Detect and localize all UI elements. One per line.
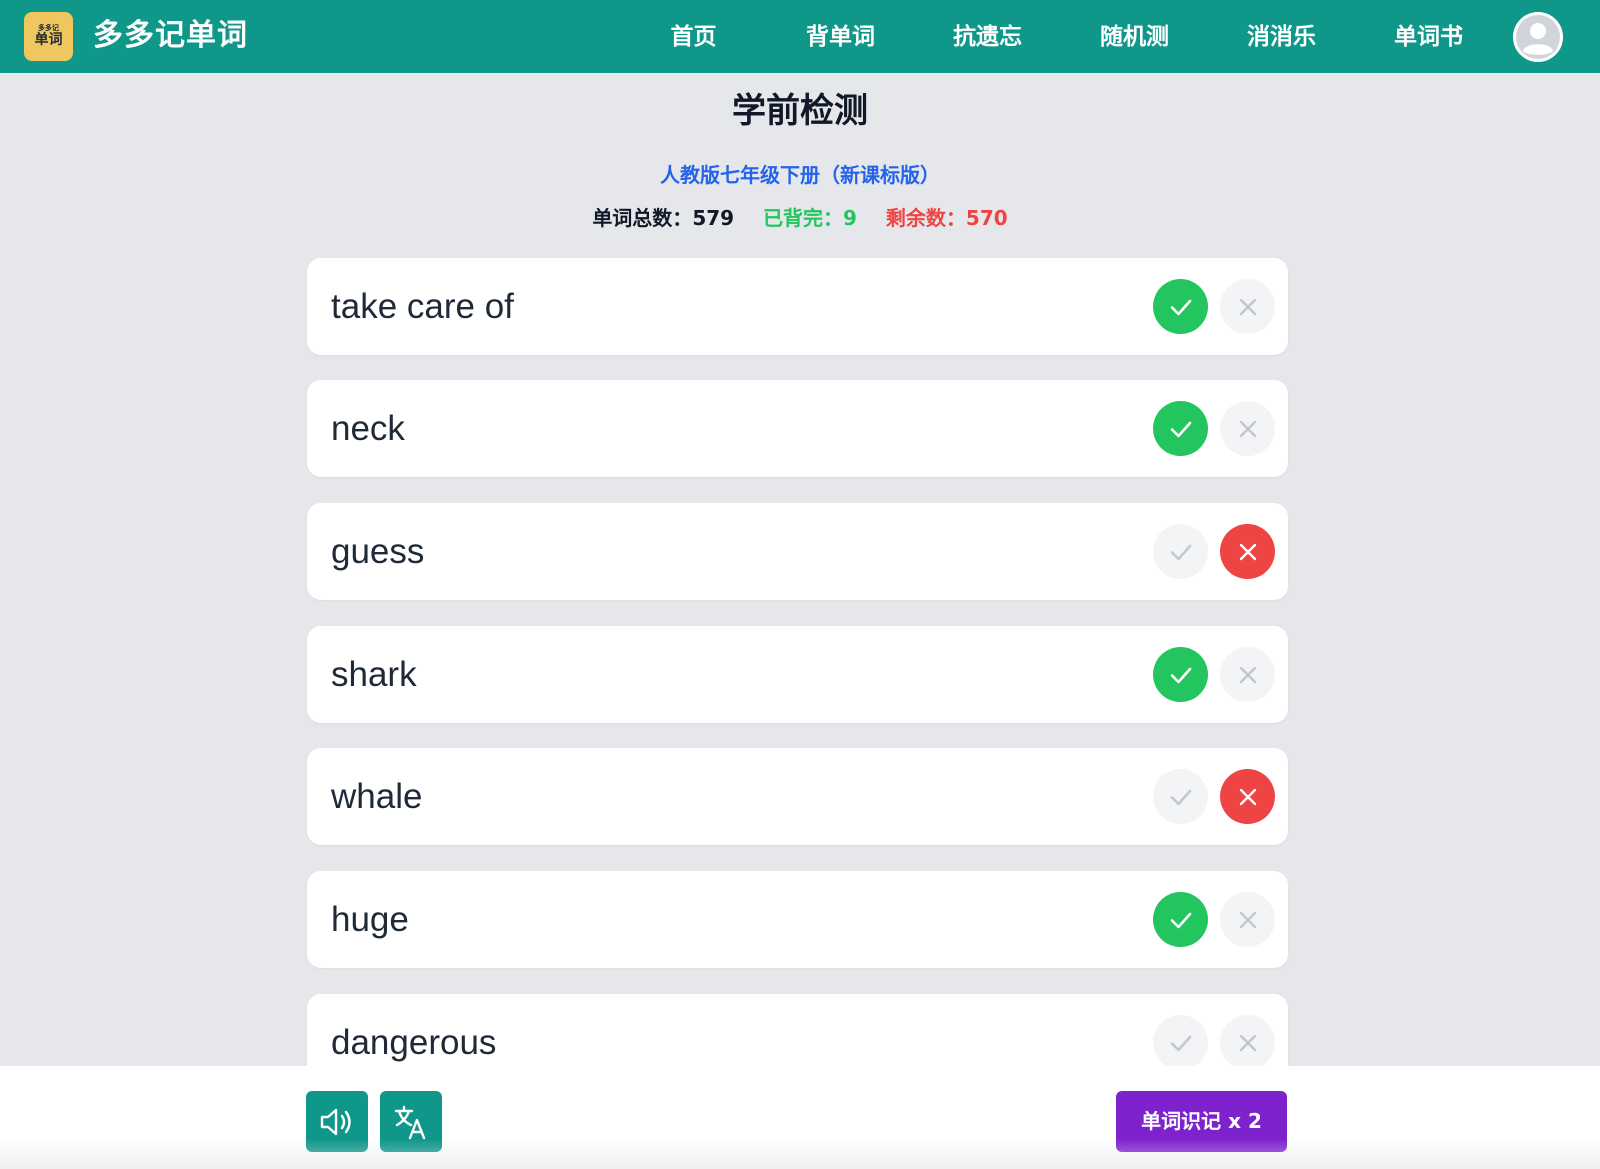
dont-know-button[interactable] bbox=[1220, 524, 1275, 579]
word-text: shark bbox=[331, 655, 417, 694]
dont-know-button[interactable] bbox=[1220, 401, 1275, 456]
close-icon bbox=[1239, 788, 1256, 805]
stat-done: 已背完：9 bbox=[763, 203, 857, 233]
check-icon bbox=[1170, 789, 1191, 805]
word-card: take care of bbox=[307, 258, 1288, 355]
check-icon bbox=[1170, 667, 1191, 683]
word-stats: 单词总数：579 已背完：9 剩余数：570 bbox=[0, 203, 1600, 233]
stat-done-value: 9 bbox=[843, 206, 857, 230]
word-text: whale bbox=[331, 777, 423, 816]
user-avatar-icon bbox=[1513, 12, 1563, 62]
page-title: 学前检测 bbox=[732, 91, 868, 131]
nav-item-match-game[interactable]: 消消乐 bbox=[1208, 18, 1355, 56]
brand-name[interactable]: 多多记单词 bbox=[93, 16, 248, 56]
logo-small-text: 多多记 bbox=[38, 24, 59, 32]
word-text: neck bbox=[331, 409, 405, 448]
know-button[interactable] bbox=[1153, 892, 1208, 947]
know-button[interactable] bbox=[1153, 279, 1208, 334]
word-card: shark bbox=[307, 626, 1288, 723]
word-text: huge bbox=[331, 900, 409, 939]
nav-item-word-books[interactable]: 单词书 bbox=[1355, 18, 1502, 56]
top-nav-bar: 多多记 单词 多多记单词 首页 背单词 抗遗忘 随机测 消消乐 单词书 bbox=[0, 0, 1600, 73]
stat-total-label: 单词总数： bbox=[592, 206, 693, 230]
stat-total: 单词总数：579 bbox=[592, 203, 734, 233]
stat-done-label: 已背完： bbox=[763, 206, 844, 230]
know-button[interactable] bbox=[1153, 769, 1208, 824]
check-icon bbox=[1170, 912, 1191, 928]
stat-left: 剩余数：570 bbox=[886, 203, 1008, 233]
word-card: huge bbox=[307, 871, 1288, 968]
close-icon bbox=[1239, 420, 1256, 437]
nav-item-home[interactable]: 首页 bbox=[620, 18, 767, 56]
check-icon bbox=[1170, 544, 1191, 560]
know-button[interactable] bbox=[1153, 524, 1208, 579]
audio-button[interactable] bbox=[306, 1091, 368, 1152]
word-card: neck bbox=[307, 380, 1288, 477]
main-nav: 首页 背单词 抗遗忘 随机测 消消乐 单词书 bbox=[620, 18, 1502, 56]
close-icon bbox=[1239, 298, 1256, 315]
close-icon bbox=[1239, 543, 1256, 560]
word-card: guess bbox=[307, 503, 1288, 600]
dont-know-button[interactable] bbox=[1220, 892, 1275, 947]
close-icon bbox=[1239, 911, 1256, 928]
word-text: guess bbox=[331, 532, 425, 571]
nav-item-random-test[interactable]: 随机测 bbox=[1061, 18, 1208, 56]
close-icon bbox=[1239, 666, 1256, 683]
dont-know-button[interactable] bbox=[1220, 1015, 1275, 1070]
word-card: whale bbox=[307, 748, 1288, 845]
book-name-link[interactable]: 人教版七年级下册（新课标版） bbox=[0, 160, 1600, 190]
know-button[interactable] bbox=[1153, 1015, 1208, 1070]
speaker-icon bbox=[320, 1108, 351, 1135]
dont-know-button[interactable] bbox=[1220, 769, 1275, 824]
check-icon bbox=[1170, 1035, 1191, 1051]
check-icon bbox=[1170, 421, 1191, 437]
translate-icon bbox=[394, 1105, 426, 1139]
bottom-toolbar: 单词识记 x 2 bbox=[0, 1066, 1600, 1169]
stat-total-value: 579 bbox=[692, 206, 735, 230]
dont-know-button[interactable] bbox=[1220, 279, 1275, 334]
close-icon bbox=[1239, 1034, 1256, 1051]
logo-main-text: 单词 bbox=[34, 32, 63, 48]
stat-left-label: 剩余数： bbox=[885, 206, 966, 230]
word-text: take care of bbox=[331, 287, 514, 326]
app-logo[interactable]: 多多记 单词 bbox=[24, 12, 73, 61]
dont-know-button[interactable] bbox=[1220, 647, 1275, 702]
user-avatar[interactable] bbox=[1513, 12, 1563, 62]
memorize-button[interactable]: 单词识记 x 2 bbox=[1116, 1091, 1287, 1152]
check-icon bbox=[1170, 299, 1191, 315]
know-button[interactable] bbox=[1153, 401, 1208, 456]
translate-button[interactable] bbox=[380, 1091, 442, 1152]
nav-item-memorize[interactable]: 背单词 bbox=[767, 18, 914, 56]
nav-item-anti-forget[interactable]: 抗遗忘 bbox=[914, 18, 1061, 56]
stat-left-value: 570 bbox=[965, 206, 1008, 230]
know-button[interactable] bbox=[1153, 647, 1208, 702]
